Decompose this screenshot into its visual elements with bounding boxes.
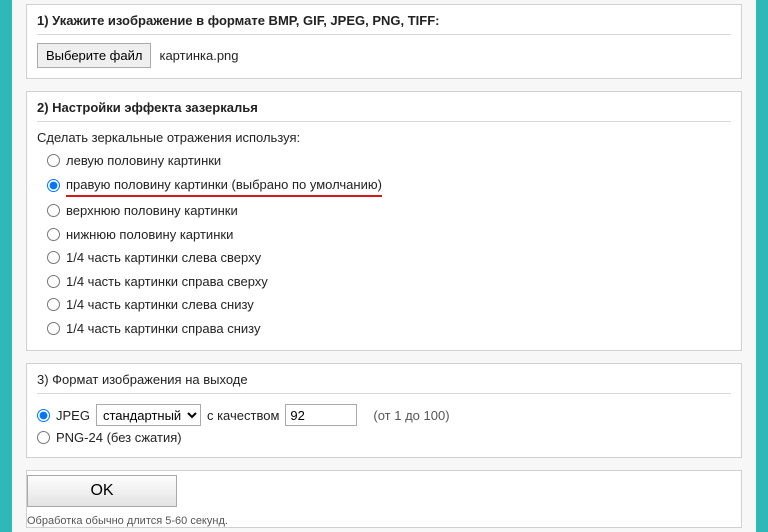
format-jpeg-label: JPEG — [56, 408, 90, 423]
radio-format-jpeg[interactable] — [37, 409, 50, 422]
quality-label: с качеством — [207, 408, 279, 423]
option-bottom-half[interactable]: нижнюю половину картинки — [47, 223, 731, 247]
option-quarter-bottom-right[interactable]: 1/4 часть картинки справа снизу — [47, 317, 731, 341]
option-quarter-top-right-label: 1/4 часть картинки справа сверху — [66, 272, 268, 292]
form-page: 1) Укажите изображение в формате BMP, GI… — [12, 0, 756, 532]
option-quarter-bottom-right-label: 1/4 часть картинки справа снизу — [66, 319, 261, 339]
file-input-row: Выберите файл картинка.png — [37, 43, 731, 68]
option-quarter-bottom-left[interactable]: 1/4 часть картинки слева снизу — [47, 293, 731, 317]
jpeg-quality-select[interactable]: стандартный — [96, 404, 201, 426]
section-output-title: 3) Формат изображения на выходе — [37, 372, 731, 394]
selected-filename: картинка.png — [159, 48, 238, 63]
section-output-format: 3) Формат изображения на выходе JPEG ста… — [26, 363, 742, 458]
radio-left-half[interactable] — [47, 154, 60, 167]
radio-top-half[interactable] — [47, 204, 60, 217]
choose-file-button[interactable]: Выберите файл — [37, 43, 151, 68]
option-bottom-half-label: нижнюю половину картинки — [66, 225, 233, 245]
radio-format-png[interactable] — [37, 431, 50, 444]
section-upload: 1) Укажите изображение в формате BMP, GI… — [26, 4, 742, 79]
quality-hint: (от 1 до 100) — [373, 408, 449, 423]
section-submit: OK Обработка обычно длится 5-60 секунд. — [26, 470, 742, 528]
radio-quarter-top-right[interactable] — [47, 275, 60, 288]
section-upload-title: 1) Укажите изображение в формате BMP, GI… — [37, 13, 731, 35]
option-quarter-top-right[interactable]: 1/4 часть картинки справа сверху — [47, 270, 731, 294]
option-right-half[interactable]: правую половину картинки (выбрано по умо… — [47, 173, 731, 200]
ok-button[interactable]: OK — [27, 475, 177, 507]
processing-footnote: Обработка обычно длится 5-60 секунд. — [27, 515, 741, 527]
quality-input[interactable] — [285, 404, 357, 426]
radio-quarter-top-left[interactable] — [47, 251, 60, 264]
format-png-label: PNG-24 (без сжатия) — [56, 430, 182, 445]
mirror-options-list: левую половину картинки правую половину … — [47, 149, 731, 340]
section-mirror-title: 2) Настройки эффекта зазеркалья — [37, 100, 731, 122]
option-quarter-top-left[interactable]: 1/4 часть картинки слева сверху — [47, 246, 731, 270]
mirror-instruction: Сделать зеркальные отражения используя: — [37, 130, 731, 145]
option-quarter-bottom-left-label: 1/4 часть картинки слева снизу — [66, 295, 254, 315]
option-right-half-label: правую половину картинки (выбрано по умо… — [66, 175, 382, 198]
option-left-half-label: левую половину картинки — [66, 151, 221, 171]
option-quarter-top-left-label: 1/4 часть картинки слева сверху — [66, 248, 261, 268]
option-top-half-label: верхнюю половину картинки — [66, 201, 238, 221]
radio-bottom-half[interactable] — [47, 228, 60, 241]
radio-right-half[interactable] — [47, 179, 60, 192]
radio-quarter-bottom-left[interactable] — [47, 298, 60, 311]
format-png-row: PNG-24 (без сжатия) — [37, 428, 731, 447]
option-left-half[interactable]: левую половину картинки — [47, 149, 731, 173]
radio-quarter-bottom-right[interactable] — [47, 322, 60, 335]
section-mirror-settings: 2) Настройки эффекта зазеркалья Сделать … — [26, 91, 742, 351]
option-top-half[interactable]: верхнюю половину картинки — [47, 199, 731, 223]
format-jpeg-row: JPEG стандартный с качеством (от 1 до 10… — [37, 402, 731, 428]
